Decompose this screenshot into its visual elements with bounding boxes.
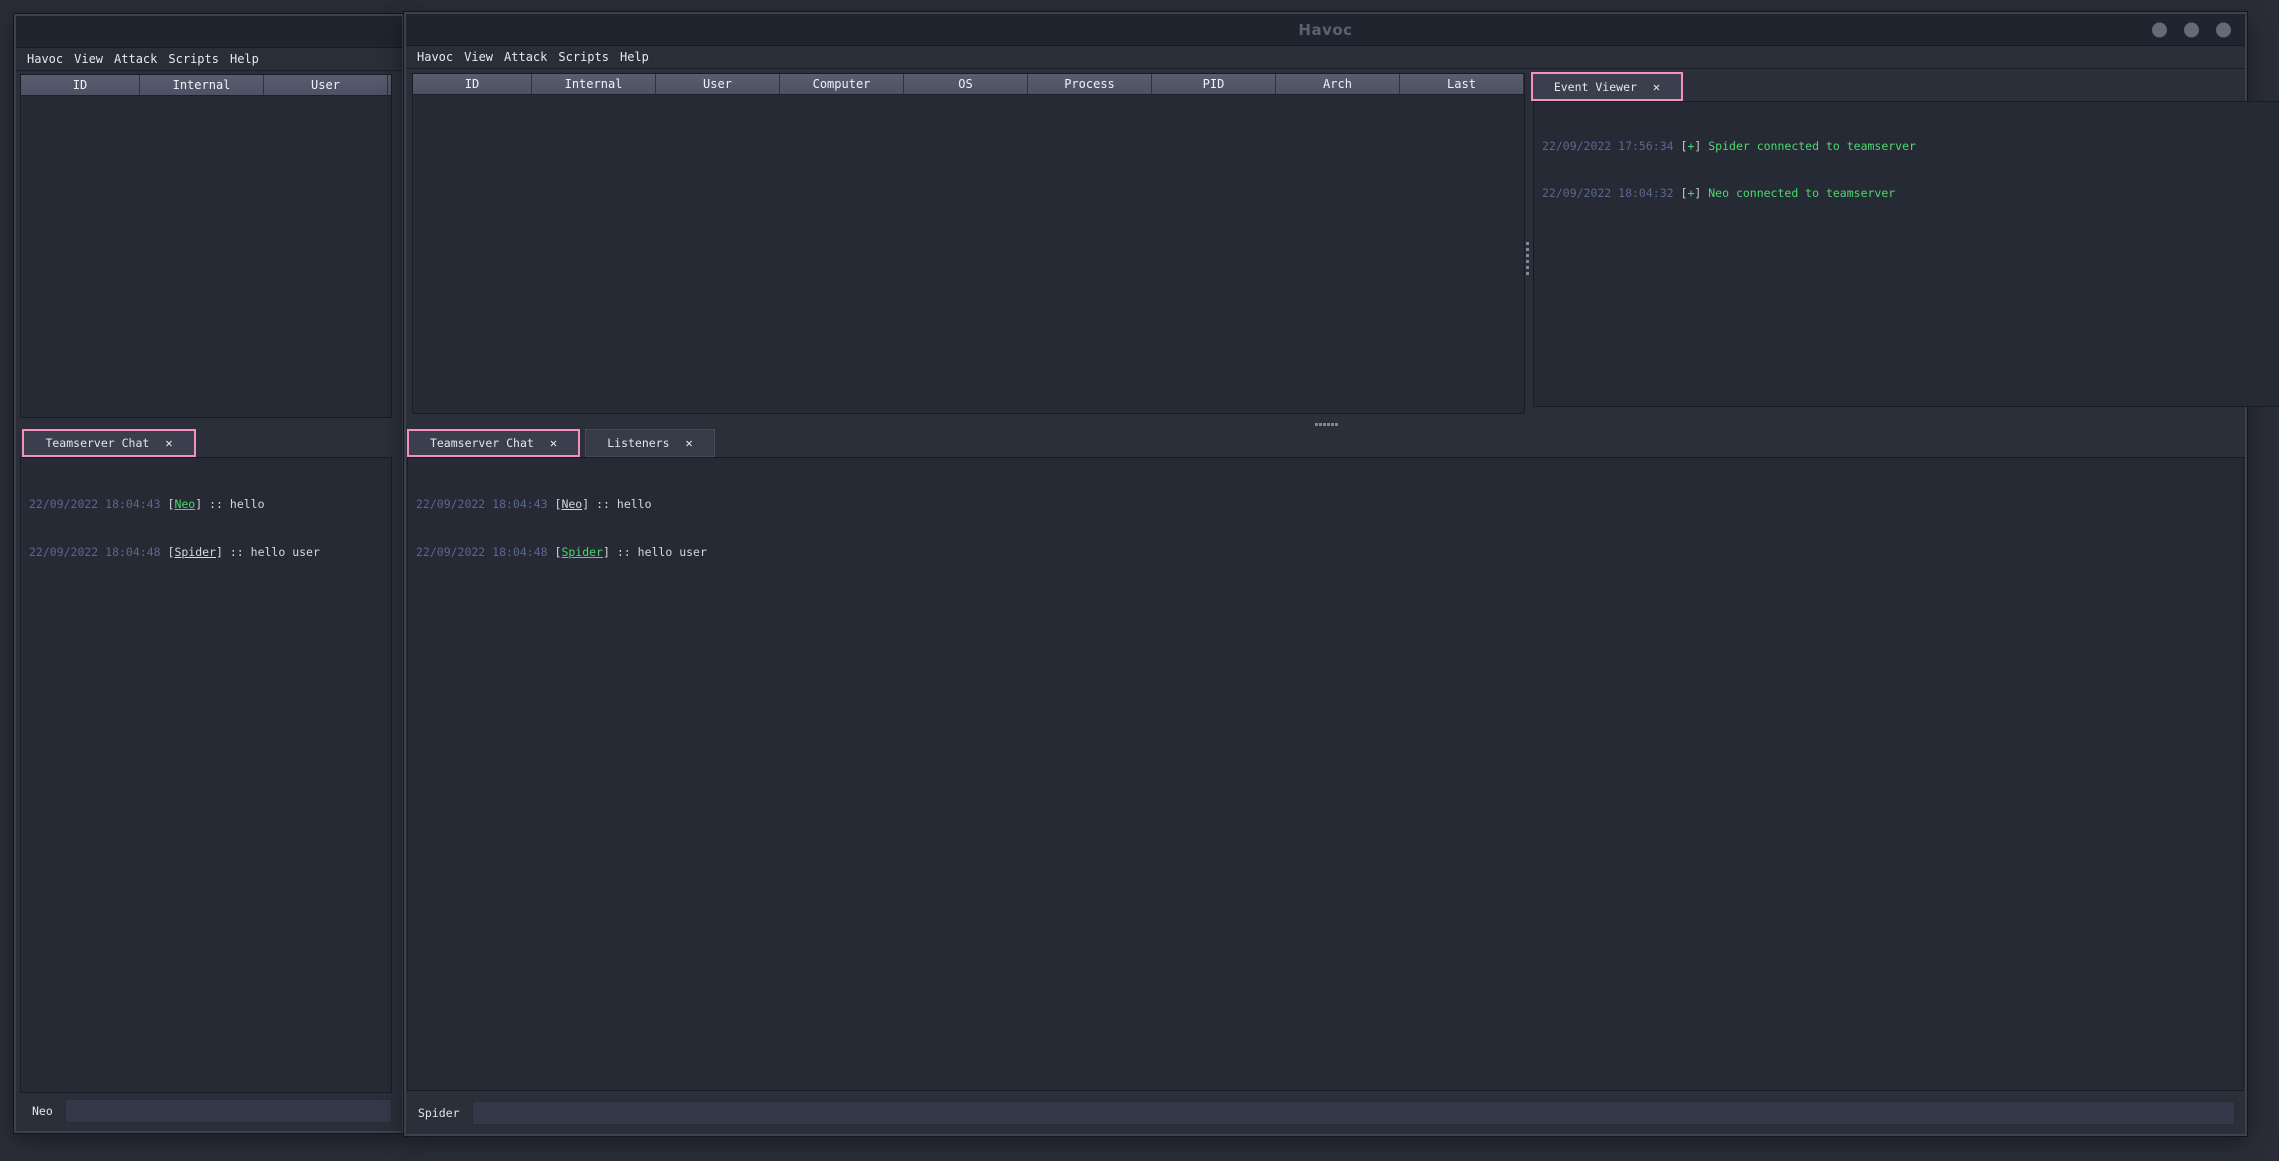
menu-scripts[interactable]: Scripts xyxy=(167,51,220,67)
sessions-table-body[interactable] xyxy=(413,95,1524,413)
column-header-computer[interactable]: Computer xyxy=(388,75,392,95)
menubar: Havoc View Attack Scripts Help xyxy=(406,46,2245,69)
close-icon[interactable]: ✕ xyxy=(550,437,557,449)
chat-message-input[interactable] xyxy=(65,1099,392,1123)
sessions-table-pane: ID Internal User Computer OS Process PID… xyxy=(20,74,392,418)
chat-message: 22/09/2022 18:04:43 [Neo] :: hello xyxy=(416,496,2235,512)
chat-username: Spider xyxy=(174,545,216,559)
tab-listeners[interactable]: Listeners ✕ xyxy=(585,429,715,457)
window-controls xyxy=(2152,22,2231,37)
sessions-table-header: ID Internal User Computer OS Process PID… xyxy=(413,74,1524,95)
menubar: Havoc View Attack Scripts Help xyxy=(16,48,402,71)
column-header-process[interactable]: Process xyxy=(1028,74,1152,94)
event-message: 22/09/2022 17:56:34 [+] Spider connected… xyxy=(1542,139,2279,155)
tab-listeners-label: Listeners xyxy=(607,436,669,450)
tab-event-viewer-label: Event Viewer xyxy=(1554,80,1637,94)
titlebar[interactable]: Havoc xyxy=(406,14,2245,46)
column-header-user[interactable]: User xyxy=(264,75,388,95)
column-header-arch[interactable]: Arch xyxy=(1276,74,1400,94)
horizontal-splitter-handle[interactable] xyxy=(1315,423,1318,426)
tab-event-viewer[interactable]: Event Viewer ✕ xyxy=(1531,72,1683,101)
chat-username: Spider xyxy=(561,545,603,559)
column-header-user[interactable]: User xyxy=(656,74,780,94)
menu-attack[interactable]: Attack xyxy=(113,51,158,67)
teamserver-chat-log[interactable]: 22/09/2022 18:04:43 [Neo] :: hello 22/09… xyxy=(20,457,392,1093)
chat-username: Neo xyxy=(561,497,582,511)
close-window-button[interactable] xyxy=(2216,22,2231,37)
havoc-window-spider: Havoc Havoc View Attack Scripts Help ID … xyxy=(404,12,2247,1136)
titlebar[interactable] xyxy=(16,16,402,48)
menu-view[interactable]: View xyxy=(73,51,104,67)
event-message: 22/09/2022 18:04:32 [+] Neo connected to… xyxy=(1542,186,2279,202)
tab-teamserver-chat[interactable]: Teamserver Chat ✕ xyxy=(407,429,580,457)
chat-message: 22/09/2022 18:04:43 [Neo] :: hello xyxy=(29,496,383,512)
chat-message-input[interactable] xyxy=(472,1101,2235,1125)
tab-teamserver-chat[interactable]: Teamserver Chat ✕ xyxy=(22,429,196,457)
tab-teamserver-chat-label: Teamserver Chat xyxy=(430,436,534,450)
chat-username-label: Neo xyxy=(32,1104,53,1118)
event-viewer-log[interactable]: 22/09/2022 17:56:34 [+] Spider connected… xyxy=(1533,101,2279,407)
column-header-id[interactable]: ID xyxy=(21,75,140,95)
column-header-last[interactable]: Last xyxy=(1400,74,1524,94)
column-header-id[interactable]: ID xyxy=(413,74,532,94)
sessions-table-pane: ID Internal User Computer OS Process PID… xyxy=(412,73,1525,414)
maximize-button[interactable] xyxy=(2184,22,2199,37)
chat-input-row: Spider xyxy=(406,1091,2245,1134)
column-header-computer[interactable]: Computer xyxy=(780,74,904,94)
chat-username-label: Spider xyxy=(418,1106,460,1120)
vertical-splitter-handle[interactable] xyxy=(1526,242,1529,245)
column-header-internal[interactable]: Internal xyxy=(532,74,656,94)
chat-username: Neo xyxy=(174,497,195,511)
close-icon[interactable]: ✕ xyxy=(1653,81,1660,93)
column-header-internal[interactable]: Internal xyxy=(140,75,264,95)
column-header-os[interactable]: OS xyxy=(904,74,1028,94)
havoc-window-neo: Havoc View Attack Scripts Help ID Intern… xyxy=(14,14,404,1133)
menu-help[interactable]: Help xyxy=(229,51,260,67)
close-icon[interactable]: ✕ xyxy=(686,437,693,449)
column-header-pid[interactable]: PID xyxy=(1152,74,1276,94)
close-icon[interactable]: ✕ xyxy=(165,437,172,449)
menu-attack[interactable]: Attack xyxy=(503,49,548,65)
tab-teamserver-chat-label: Teamserver Chat xyxy=(45,436,149,450)
menu-scripts[interactable]: Scripts xyxy=(557,49,610,65)
menu-havoc[interactable]: Havoc xyxy=(26,51,64,67)
sessions-table-header: ID Internal User Computer OS Process PID… xyxy=(21,75,391,96)
window-title: Havoc xyxy=(1298,21,1352,39)
sessions-table-body[interactable] xyxy=(21,96,391,417)
menu-havoc[interactable]: Havoc xyxy=(416,49,454,65)
teamserver-chat-log[interactable]: 22/09/2022 18:04:43 [Neo] :: hello 22/09… xyxy=(407,457,2244,1091)
chat-message: 22/09/2022 18:04:48 [Spider] :: hello us… xyxy=(416,544,2235,560)
chat-message: 22/09/2022 18:04:48 [Spider] :: hello us… xyxy=(29,544,383,560)
menu-help[interactable]: Help xyxy=(619,49,650,65)
chat-input-row: Neo xyxy=(16,1091,402,1131)
menu-view[interactable]: View xyxy=(463,49,494,65)
minimize-button[interactable] xyxy=(2152,22,2167,37)
